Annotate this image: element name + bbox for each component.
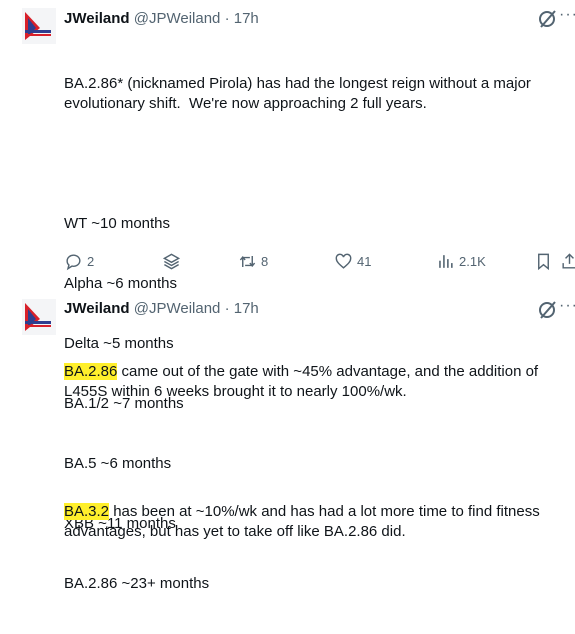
views-button[interactable]: 2.1K xyxy=(436,250,486,272)
views-icon xyxy=(439,254,453,268)
tweet-1[interactable]: JWeiland @JPWeiland · 17h ··· BA.2.86* (… xyxy=(0,0,575,592)
timestamp[interactable]: 17h xyxy=(234,10,259,27)
paragraph-text: has been at ~10%/wk and has had a lot mo… xyxy=(64,503,544,540)
like-button[interactable]: 41 xyxy=(334,250,371,272)
author-name[interactable]: JWeiland xyxy=(64,300,130,317)
author-handle[interactable]: @JPWeiland xyxy=(134,10,221,27)
retweet-button[interactable]: 8 xyxy=(238,250,268,272)
separator-dot: · xyxy=(224,10,230,27)
share-icon xyxy=(562,252,575,269)
like-count: 41 xyxy=(357,253,372,269)
author-name[interactable]: JWeiland xyxy=(64,10,130,27)
reply-button[interactable]: 2 xyxy=(64,250,94,272)
separator-dot: · xyxy=(224,300,230,317)
bookmark-button[interactable] xyxy=(534,250,553,272)
paragraph-text: came out of the gate with ~45% advantage… xyxy=(64,363,543,400)
tweet-2[interactable]: JWeiland @JPWeiland · 17h ··· BA.2.86 ca… xyxy=(0,290,575,540)
tweet-paragraph-1: BA.2.86 came out of the gate with ~45% a… xyxy=(64,362,569,402)
tweet-header: JWeiland @JPWeiland · 17h xyxy=(64,9,259,29)
avatar[interactable] xyxy=(22,299,56,335)
grok-icon[interactable] xyxy=(537,8,559,30)
retweet-icon xyxy=(239,255,256,267)
share-button[interactable] xyxy=(560,250,575,272)
layers-button[interactable] xyxy=(162,250,181,272)
tweet-intro: BA.2.86* (nicknamed Pirola) has had the … xyxy=(64,75,536,112)
grok-icon[interactable] xyxy=(537,299,559,321)
author-handle[interactable]: @JPWeiland xyxy=(134,300,221,317)
highlighted-variant: BA.2.86 xyxy=(64,363,118,380)
tweet-paragraph-2: BA.3.2 has been at ~10%/wk and has had a… xyxy=(64,502,569,542)
reply-count: 2 xyxy=(87,253,95,269)
tweet-text: BA.2.86 came out of the gate with ~45% a… xyxy=(64,322,569,582)
more-icon[interactable]: ··· xyxy=(559,6,575,24)
action-bar: 2 8 41 2.1K xyxy=(64,250,575,272)
more-icon[interactable]: ··· xyxy=(559,297,575,315)
timestamp[interactable]: 17h xyxy=(234,300,259,317)
reply-icon xyxy=(66,253,81,270)
highlighted-variant: BA.3.2 xyxy=(64,503,110,520)
views-count: 2.1K xyxy=(459,253,486,269)
timeline-line: WT ~10 months xyxy=(64,215,171,232)
layers-icon xyxy=(162,253,181,269)
like-icon xyxy=(335,253,352,269)
avatar[interactable] xyxy=(22,8,56,44)
bookmark-icon xyxy=(538,253,549,270)
tweet-header: JWeiland @JPWeiland · 17h xyxy=(64,299,259,319)
retweet-count: 8 xyxy=(261,253,269,269)
